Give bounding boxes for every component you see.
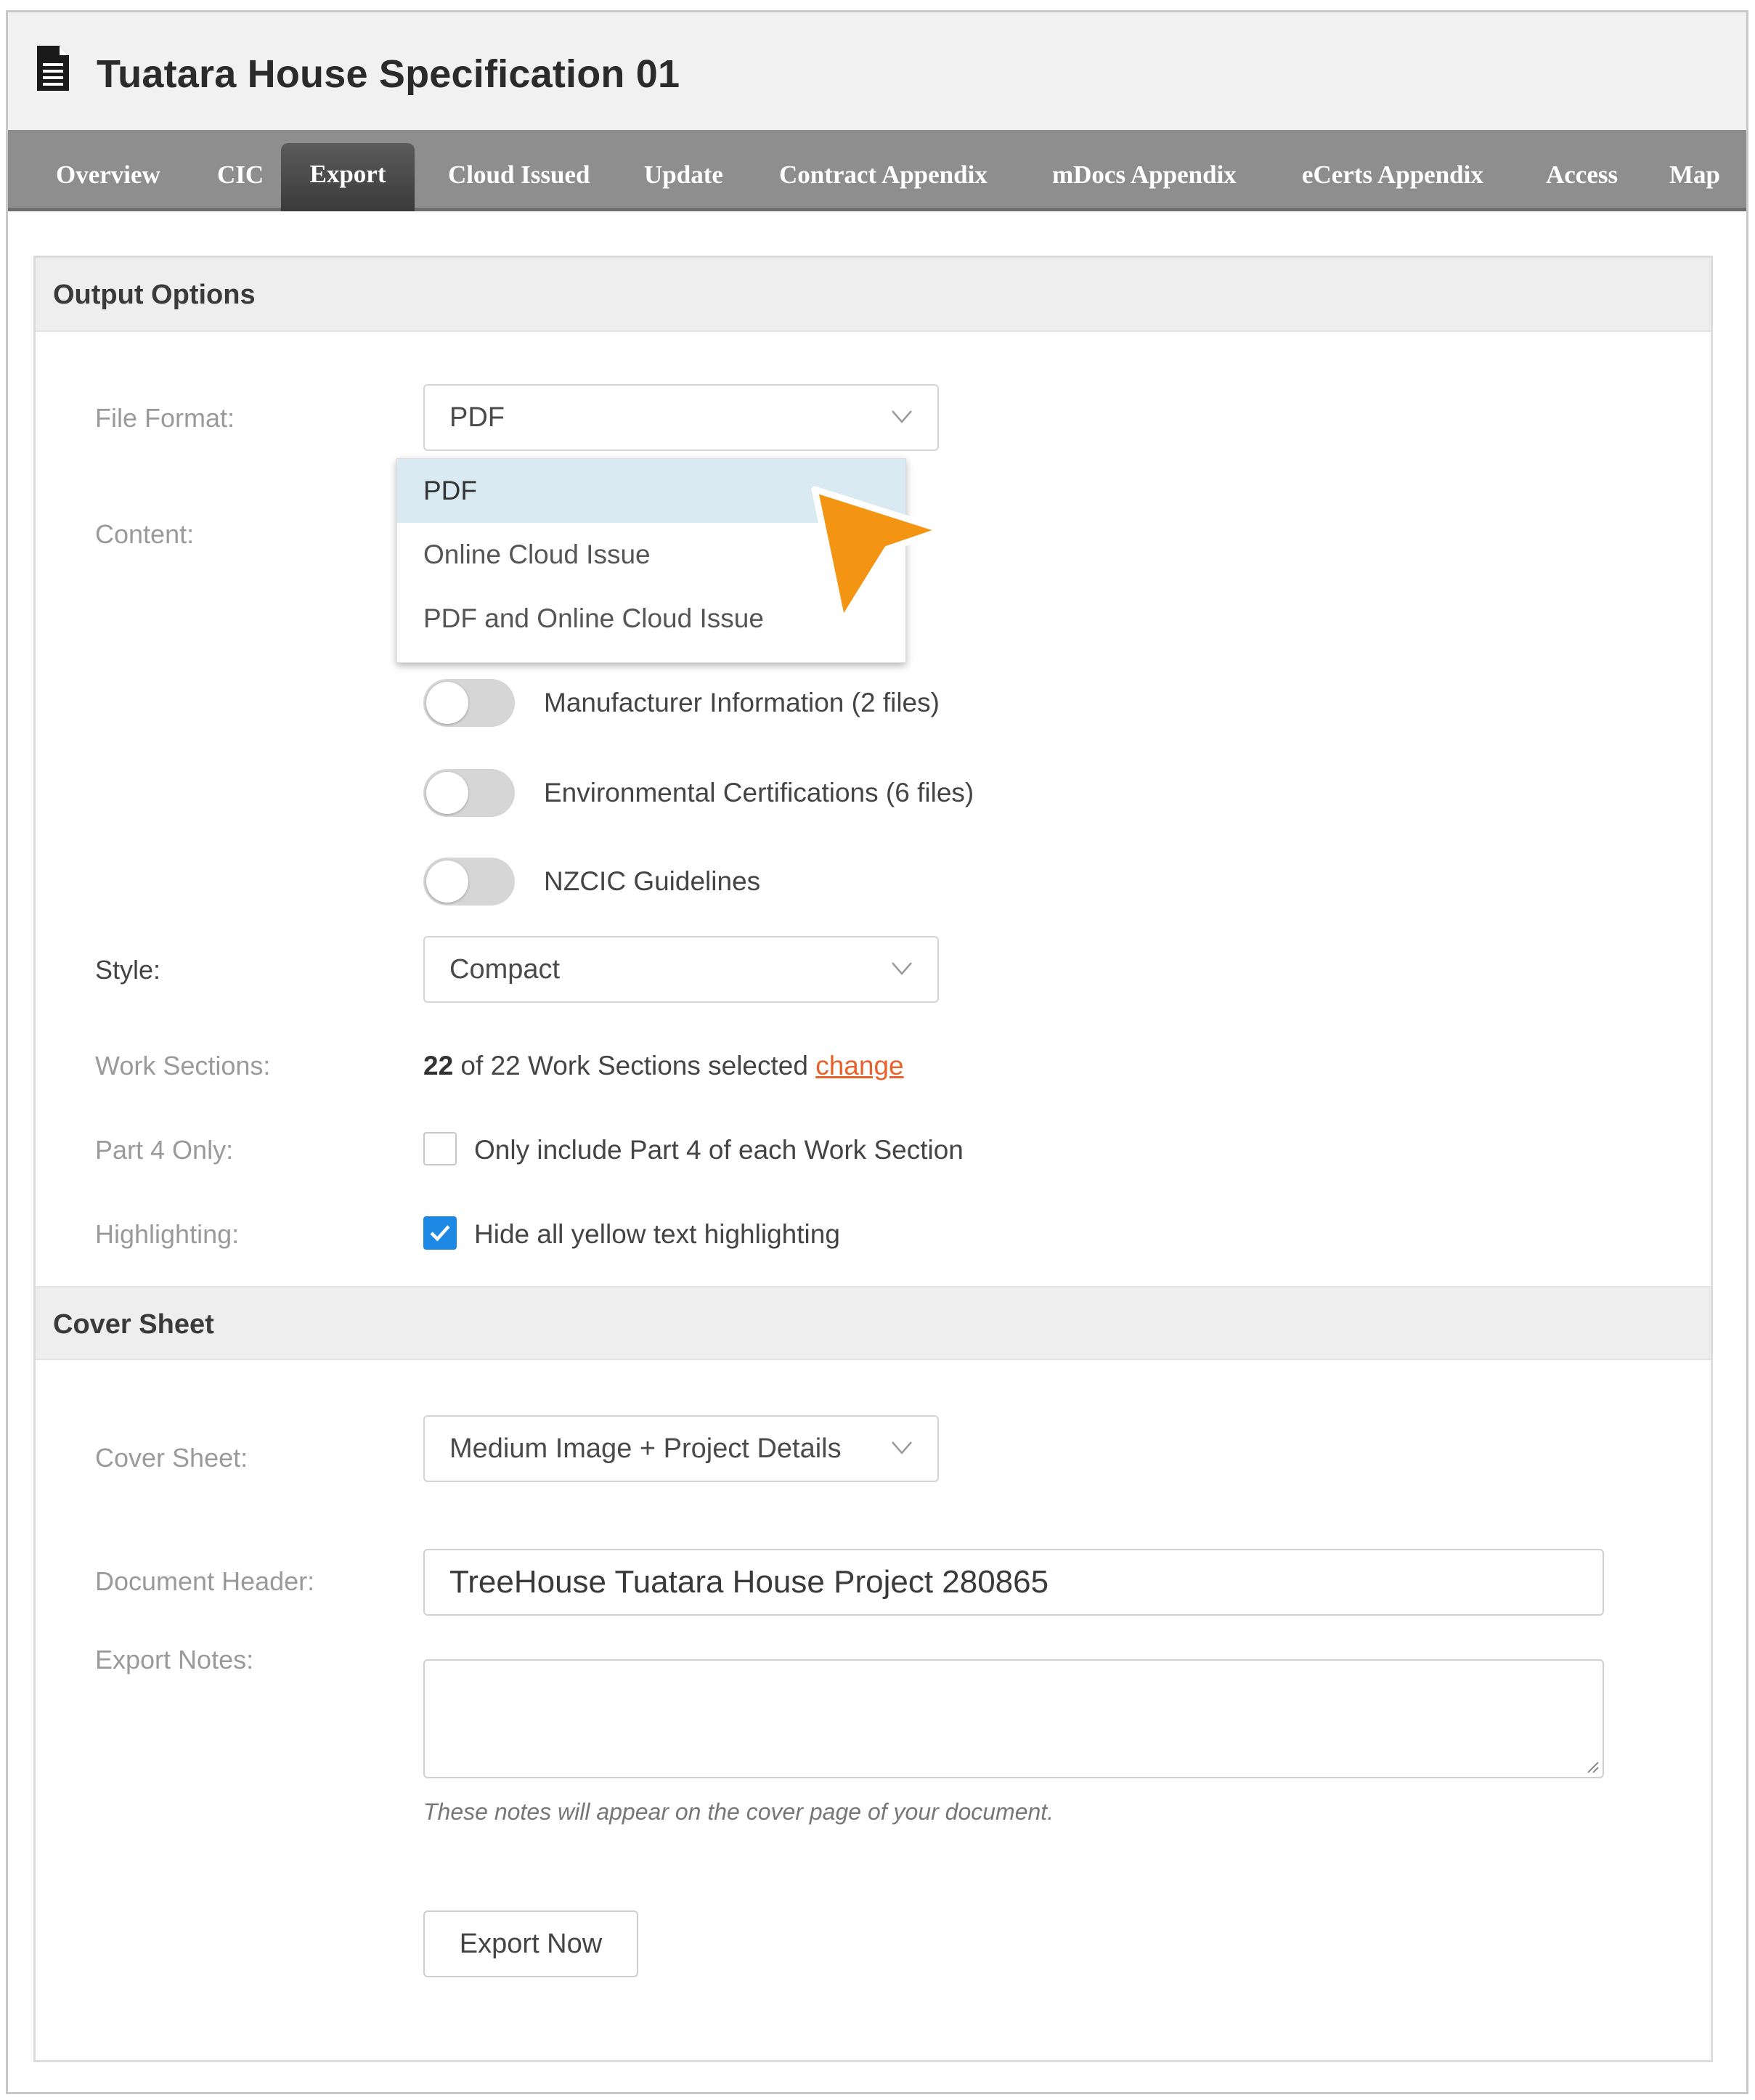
document-header-label: Document Header: [95, 1566, 315, 1596]
resize-grip-icon[interactable] [1584, 1758, 1600, 1774]
toggle-nzcic-guidelines[interactable] [423, 858, 515, 905]
tab-cic[interactable]: CIC [203, 153, 278, 211]
cover-sheet-label: Cover Sheet: [95, 1443, 248, 1473]
style-label: Style: [95, 955, 161, 985]
checkmark-icon [430, 1225, 450, 1242]
file-format-label: File Format: [95, 403, 235, 433]
change-work-sections-link[interactable]: change [815, 1051, 903, 1080]
part4-checkbox-label: Only include Part 4 of each Work Section [474, 1135, 964, 1165]
toggle-manufacturer-information[interactable] [423, 679, 515, 727]
tab-ecerts-appendix[interactable]: eCerts Appendix [1287, 153, 1498, 211]
work-sections-label: Work Sections: [95, 1051, 271, 1080]
tab-overview[interactable]: Overview [41, 153, 175, 211]
toggle-knob [426, 772, 468, 814]
toggle-environmental-certifications[interactable] [423, 769, 515, 817]
export-notes-label: Export Notes: [95, 1645, 254, 1674]
cover-sheet-select[interactable]: Medium Image + Project Details [423, 1415, 939, 1482]
highlighting-checkbox[interactable] [423, 1216, 457, 1250]
tab-cloud-issued[interactable]: Cloud Issued [433, 153, 605, 211]
content-label: Content: [95, 519, 195, 549]
style-value: Compact [449, 954, 561, 985]
section-title: Cover Sheet [53, 1309, 214, 1340]
tab-contract-appendix[interactable]: Contract Appendix [765, 153, 1002, 211]
work-sections-summary: 22 of 22 Work Sections selected change [423, 1051, 904, 1081]
toggle-label: NZCIC Guidelines [544, 866, 761, 896]
document-header-input[interactable]: TreeHouse Tuatara House Project 280865 [423, 1549, 1604, 1616]
tab-map[interactable]: Map [1655, 153, 1735, 211]
page-title: Tuatara House Specification 01 [97, 52, 680, 96]
pointer-arrow-icon [811, 486, 946, 624]
chevron-down-icon [892, 962, 912, 975]
file-format-select[interactable]: PDF [423, 384, 939, 451]
tab-mdocs-appendix[interactable]: mDocs Appendix [1038, 153, 1251, 211]
style-select[interactable]: Compact [423, 936, 939, 1003]
part4-checkbox[interactable] [423, 1132, 457, 1165]
toggle-knob [426, 860, 468, 903]
work-sections-count: 22 [423, 1051, 454, 1080]
export-notes-textarea[interactable] [423, 1659, 1604, 1778]
document-icon [37, 46, 69, 91]
cover-sheet-header: Cover Sheet [36, 1286, 1711, 1360]
tab-bar: Overview CIC Export Cloud Issued Update … [8, 130, 1746, 211]
tab-export[interactable]: Export [281, 143, 415, 211]
file-format-value: PDF [449, 402, 505, 433]
toggle-label: Manufacturer Information (2 files) [544, 688, 940, 717]
output-options-header: Output Options [36, 258, 1711, 332]
highlighting-label: Highlighting: [95, 1219, 240, 1249]
toggle-knob [426, 682, 468, 724]
title-bar: Tuatara House Specification 01 [8, 12, 1746, 130]
chevron-down-icon [892, 1441, 912, 1454]
tab-access[interactable]: Access [1531, 153, 1632, 211]
section-title: Output Options [53, 280, 256, 310]
export-now-button[interactable]: Export Now [423, 1910, 638, 1977]
chevron-down-icon [892, 410, 912, 423]
highlighting-checkbox-label: Hide all yellow text highlighting [474, 1219, 840, 1249]
toggle-label: Environmental Certifications (6 files) [544, 778, 974, 807]
cover-sheet-value: Medium Image + Project Details [449, 1433, 842, 1464]
part4-label: Part 4 Only: [95, 1135, 234, 1165]
work-sections-text: of 22 Work Sections selected [453, 1051, 816, 1080]
tab-update[interactable]: Update [630, 153, 738, 211]
export-notes-help: These notes will appear on the cover pag… [423, 1799, 1054, 1825]
